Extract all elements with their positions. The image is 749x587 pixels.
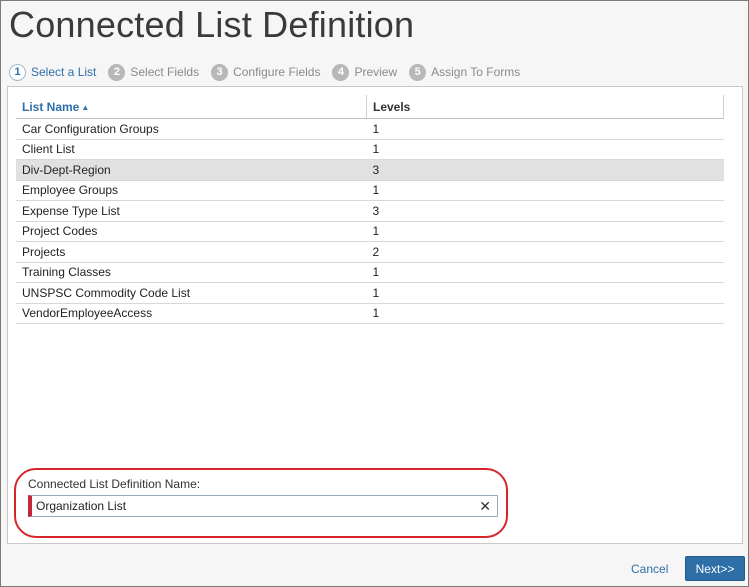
cell-list-name: Project Codes — [16, 221, 367, 242]
cell-list-name: Client List — [16, 139, 367, 160]
step-number: 4 — [332, 63, 350, 81]
definition-name-input[interactable] — [36, 498, 456, 514]
cell-levels: 1 — [366, 303, 724, 324]
next-button[interactable]: Next>> — [685, 556, 745, 581]
table-row[interactable]: VendorEmployeeAccess 1 — [16, 303, 724, 324]
table-row[interactable]: Car Configuration Groups 1 — [16, 118, 724, 140]
cell-levels: 1 — [366, 180, 724, 201]
cell-list-name: VendorEmployeeAccess — [16, 303, 367, 324]
cell-list-name: Car Configuration Groups — [16, 118, 367, 140]
step-label: Select a List — [31, 65, 97, 79]
table-row[interactable]: Project Codes 1 — [16, 221, 724, 242]
step-configure-fields[interactable]: 3 Configure Fields — [211, 63, 321, 81]
table-row[interactable]: Client List 1 — [16, 139, 724, 160]
cell-list-name: Div-Dept-Region — [16, 159, 367, 181]
step-label: Assign To Forms — [431, 65, 521, 79]
column-header-label: List Name — [22, 99, 80, 114]
column-header-label: Levels — [373, 99, 411, 114]
step-preview[interactable]: 4 Preview — [332, 63, 398, 81]
cancel-button[interactable]: Cancel — [631, 562, 668, 576]
cell-levels: 1 — [366, 262, 724, 283]
cell-list-name: Expense Type List — [16, 200, 367, 222]
step-label: Configure Fields — [233, 65, 321, 79]
step-number: 2 — [108, 63, 126, 81]
cell-levels: 2 — [366, 241, 724, 263]
cell-list-name: UNSPSC Commodity Code List — [16, 282, 367, 304]
table-row-selected[interactable]: Div-Dept-Region 3 — [16, 159, 724, 181]
clear-icon[interactable]: ✕ — [479, 498, 491, 515]
step-number: 3 — [211, 63, 229, 81]
cell-levels: 3 — [366, 159, 724, 181]
table-row[interactable]: Training Classes 1 — [16, 262, 724, 283]
definition-name-field[interactable]: ✕ — [28, 495, 498, 517]
cell-list-name: Projects — [16, 241, 367, 263]
sort-ascending-icon: ▲ — [81, 102, 90, 112]
column-header-list-name[interactable]: List Name ▲ — [16, 95, 367, 119]
step-number: 5 — [409, 63, 427, 81]
table-row[interactable]: Employee Groups 1 — [16, 180, 724, 201]
step-assign-to-forms[interactable]: 5 Assign To Forms — [409, 63, 521, 81]
column-header-levels[interactable]: Levels — [366, 95, 724, 119]
wizard-steps: 1 Select a List 2 Select Fields 3 Config… — [9, 63, 532, 81]
definition-name-label: Connected List Definition Name: — [28, 477, 201, 491]
cell-list-name: Employee Groups — [16, 180, 367, 201]
step-label: Preview — [354, 65, 398, 79]
cell-levels: 1 — [366, 139, 724, 160]
table-row[interactable]: UNSPSC Commodity Code List 1 — [16, 282, 724, 304]
cell-levels: 1 — [366, 282, 724, 304]
step-label: Select Fields — [130, 65, 200, 79]
lists-table: List Name ▲ Levels Car Configuration Grou… — [16, 95, 724, 324]
step-number: 1 — [9, 63, 26, 81]
page-title: Connected List Definition — [9, 4, 415, 45]
table-row[interactable]: Projects 2 — [16, 241, 724, 263]
step-select-fields[interactable]: 2 Select Fields — [108, 63, 200, 81]
definition-name-highlight: Connected List Definition Name: ✕ — [14, 468, 508, 538]
cell-list-name: Training Classes — [16, 262, 367, 283]
table-header-row: List Name ▲ Levels — [16, 95, 724, 119]
table-row[interactable]: Expense Type List 3 — [16, 200, 724, 222]
step-select-a-list[interactable]: 1 Select a List — [9, 63, 97, 81]
cell-levels: 1 — [366, 118, 724, 140]
dialog-window: Connected List Definition 1 Select a Lis… — [0, 0, 749, 587]
cell-levels: 1 — [366, 221, 724, 242]
cell-levels: 3 — [366, 200, 724, 222]
